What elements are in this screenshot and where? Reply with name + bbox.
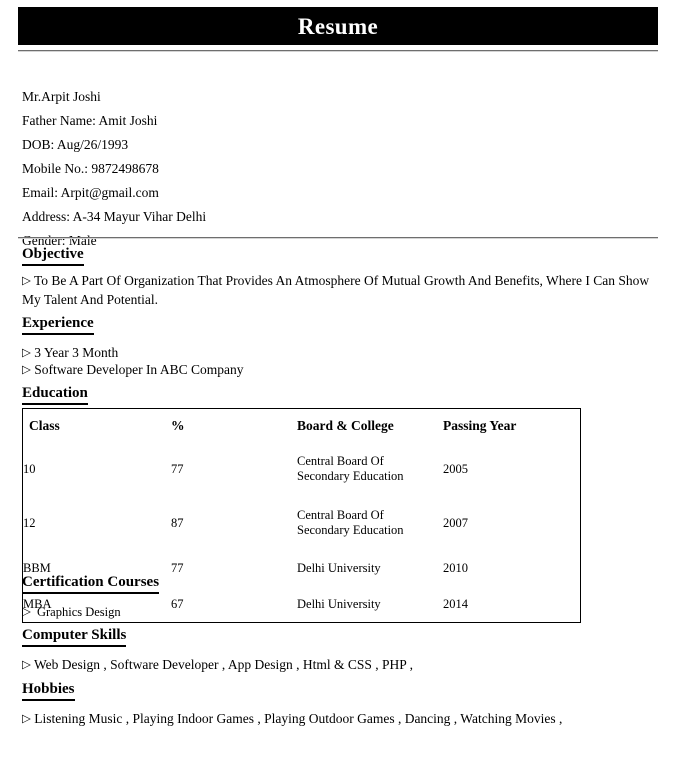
experience-item-label: Software Developer In ABC Company	[34, 362, 244, 377]
column-header-class: Class	[29, 418, 60, 433]
cell-board-line2: Secondary Education	[297, 469, 404, 483]
education-table-body: 10 77 Central Board Of Secondary Educati…	[23, 442, 582, 622]
applicant-name: Mr.Arpit Joshi	[22, 89, 101, 104]
experience-item: ▷ Software Developer In ABC Company	[22, 360, 243, 379]
email-address: Email: Arpit@gmail.com	[22, 185, 159, 200]
cell-class: 12	[23, 515, 36, 530]
header-divider	[18, 50, 658, 52]
hobbies-label: Listening Music , Playing Indoor Games ,…	[34, 711, 563, 726]
hobbies-item: ▷ Listening Music , Playing Indoor Games…	[22, 709, 562, 728]
cell-year: 2007	[443, 515, 468, 530]
cell-board: Delhi University	[297, 596, 381, 611]
cell-year: 2010	[443, 560, 468, 575]
bullet-triangle-icon: ▷	[22, 273, 31, 287]
objective-divider	[18, 237, 658, 239]
cell-board-line2: Secondary Education	[297, 523, 404, 537]
computer-skills-label: Web Design , Software Developer , App De…	[34, 657, 414, 672]
section-heading-objective: Objective	[22, 245, 84, 266]
postal-address: Address: A-34 Mayur Vihar Delhi	[22, 209, 207, 224]
page-title: Resume	[297, 13, 379, 39]
experience-item-label: 3 Year 3 Month	[34, 345, 119, 360]
objective-body: ▷ To Be A Part Of Organization That Prov…	[22, 271, 656, 309]
bullet-triangle-icon: ▷	[22, 657, 31, 671]
bullet-triangle-icon: ▷	[22, 711, 31, 725]
section-heading-experience: Experience	[22, 314, 94, 335]
resume-title-banner: Resume	[18, 7, 658, 45]
section-heading-computer-skills: Computer Skills	[22, 626, 127, 647]
cell-year: 2014	[443, 596, 468, 611]
cell-percent: 77	[171, 461, 184, 476]
cell-class: 10	[23, 461, 36, 476]
table-row: 10 77 Central Board Of Secondary Educati…	[23, 442, 582, 496]
personal-details: Mr.Arpit Joshi Father Name: Amit Joshi D…	[22, 85, 542, 253]
cell-board: Central Board Of Secondary Education	[297, 496, 443, 550]
cell-board: Central Board Of Secondary Education	[297, 442, 443, 496]
table-header-row: Class % Board & College Passing Year	[23, 409, 582, 442]
cell-year: 2005	[443, 461, 468, 476]
education-table-header: Class % Board & College Passing Year	[23, 409, 582, 442]
column-header-year: Passing Year	[443, 418, 517, 433]
section-heading-education: Education	[22, 384, 88, 405]
section-heading-hobbies: Hobbies	[22, 680, 75, 701]
cell-percent: 67	[171, 596, 184, 611]
objective-text: To Be A Part Of Organization That Provid…	[22, 273, 650, 307]
column-header-board: Board & College	[297, 418, 394, 433]
cell-board-line1: Central Board Of	[297, 454, 384, 468]
computer-skills-item: ▷ Web Design , Software Developer , App …	[22, 655, 413, 674]
father-name: Father Name: Amit Joshi	[22, 113, 158, 128]
certification-item: ▷ Graphics Design	[22, 602, 121, 621]
cell-board: Delhi University	[297, 560, 381, 575]
section-heading-certification: Certification Courses	[22, 573, 160, 594]
certification-item-label: Graphics Design	[36, 605, 121, 619]
column-header-percent: %	[171, 418, 185, 433]
bullet-triangle-icon: ▷	[22, 604, 31, 618]
cell-board-line1: Central Board Of	[297, 508, 384, 522]
date-of-birth: DOB: Aug/26/1993	[22, 137, 129, 152]
bullet-triangle-icon: ▷	[22, 362, 31, 376]
gender: Gender: Male	[22, 233, 97, 248]
cell-percent: 77	[171, 560, 184, 575]
mobile-number: Mobile No.: 9872498678	[22, 161, 159, 176]
cell-percent: 87	[171, 515, 184, 530]
resume-page: Resume Mr.Arpit Joshi Father Name: Amit …	[0, 0, 674, 774]
bullet-triangle-icon: ▷	[22, 345, 31, 359]
table-row: 12 87 Central Board Of Secondary Educati…	[23, 496, 582, 550]
